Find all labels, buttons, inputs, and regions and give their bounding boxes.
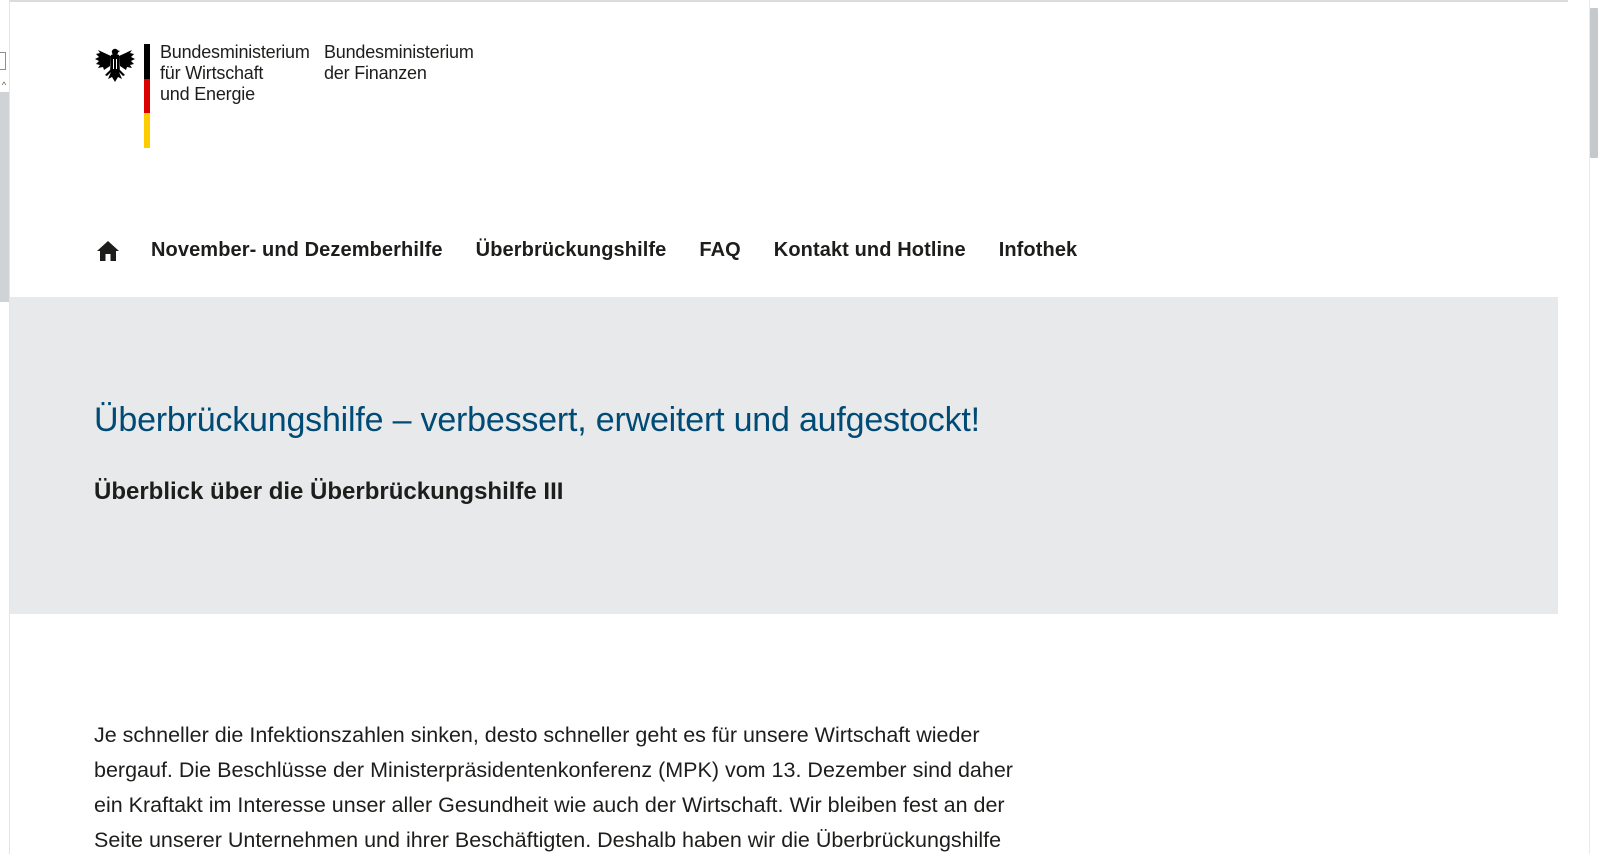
ministry-name-bmwi: Bundesministerium für Wirtschaft und Ene…	[160, 42, 320, 105]
ministry-logo[interactable]: Bundesministerium für Wirtschaft und Ene…	[94, 40, 514, 150]
left-browser-chrome: ^	[0, 0, 10, 854]
german-flag-bar	[144, 44, 150, 148]
intro-paragraph: Je schneller die Infektionszahlen sinken…	[94, 718, 1074, 858]
ministry-2-line: der Finanzen	[324, 63, 427, 83]
intro-line: bergauf. Die Beschlüsse der Ministerpräs…	[94, 758, 1013, 782]
ministry-1-line: und Energie	[160, 84, 255, 104]
ministry-1-line: für Wirtschaft	[160, 63, 264, 83]
home-icon	[97, 241, 119, 261]
page-subtitle: Überblick über die Überbrückungshilfe II…	[94, 478, 564, 505]
intro-line: ein Kraftakt im Interesse unser aller Ge…	[94, 793, 1005, 817]
main-content: Je schneller die Infektionszahlen sinken…	[94, 718, 1074, 858]
nav-item-november-dezemberhilfe[interactable]: November- und Dezemberhilfe	[151, 239, 443, 262]
intro-line: Je schneller die Infektionszahlen sinken…	[94, 723, 980, 747]
nav-item-faq[interactable]: FAQ	[699, 239, 740, 262]
home-button[interactable]	[94, 237, 122, 265]
federal-eagle-icon	[95, 48, 135, 82]
intro-line: Seite unserer Unternehmen und ihrer Besc…	[94, 828, 1002, 852]
nav-item-infothek[interactable]: Infothek	[999, 239, 1078, 262]
left-scroll-thumb[interactable]	[0, 92, 9, 302]
page-scrollbar[interactable]	[1568, 0, 1600, 854]
nav-item-ueberbrueckungshilfe[interactable]: Überbrückungshilfe	[476, 239, 667, 262]
site-header: Bundesministerium für Wirtschaft und Ene…	[10, 2, 1558, 297]
chevron-up-icon[interactable]: ^	[0, 80, 8, 90]
nav-item-kontakt-hotline[interactable]: Kontakt und Hotline	[774, 239, 966, 262]
ministry-2-line: Bundesministerium	[324, 42, 474, 62]
page-title: Überbrückungshilfe – verbessert, erweite…	[94, 401, 980, 439]
page-toggle-box[interactable]	[0, 52, 6, 70]
main-navigation: November- und Dezemberhilfe Überbrückung…	[94, 224, 1110, 276]
scrollbar-thumb[interactable]	[1590, 8, 1598, 158]
ministry-name-bmf: Bundesministerium der Finanzen	[324, 42, 504, 84]
ministry-1-line: Bundesministerium	[160, 42, 310, 62]
hero-banner: Überbrückungshilfe – verbessert, erweite…	[10, 297, 1558, 614]
